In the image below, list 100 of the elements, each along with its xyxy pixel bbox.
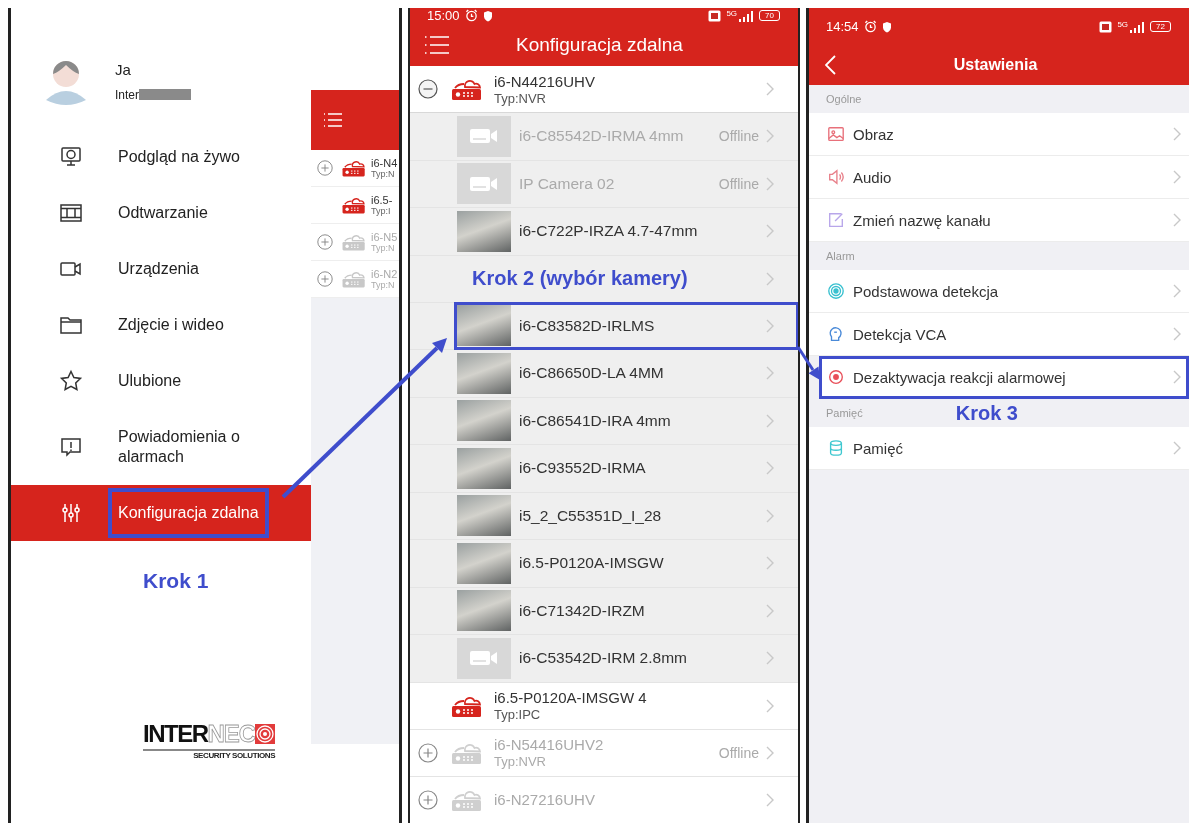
camera-name: i6-C86650D-LA 4MM bbox=[519, 364, 665, 383]
chevron-right-icon bbox=[766, 129, 774, 144]
monitor-icon bbox=[59, 145, 83, 169]
recorder-cloud-icon bbox=[341, 269, 367, 289]
camera-row[interactable]: i6-C83582D-IRLMS bbox=[410, 302, 798, 350]
chevron-right-icon bbox=[766, 271, 774, 286]
logo-tagline: SECURITY SOLUTIONS bbox=[193, 751, 276, 760]
device-type: Typ:N bbox=[371, 169, 396, 179]
camera-name: i6-C85542D-IRMA 4mm bbox=[519, 127, 685, 146]
camera-row[interactable]: i6-C93552D-IRMA bbox=[410, 445, 798, 493]
menu-item[interactable]: Konfiguracja zdalna bbox=[11, 485, 311, 541]
section-header: Ogólne bbox=[826, 93, 862, 105]
network-type: 5G bbox=[1117, 20, 1129, 29]
plus-circle-icon[interactable] bbox=[418, 789, 438, 810]
device-name: i6.5- bbox=[371, 194, 393, 206]
user-name: Ja bbox=[115, 60, 132, 78]
screen-title: Ustawienia bbox=[952, 56, 1039, 74]
settings-item[interactable]: Zmień nazwę kanału bbox=[809, 199, 1189, 242]
chevron-right-icon bbox=[766, 176, 774, 191]
redaction-bar bbox=[139, 89, 191, 100]
video-camera-icon bbox=[470, 174, 498, 193]
alert-message-icon bbox=[59, 435, 83, 459]
camera-row[interactable]: i6-C722P-IRZA 4.7-47mm bbox=[410, 208, 798, 256]
step-label: Krok 2 (wybór kamery) bbox=[472, 267, 689, 290]
plus-circle-icon[interactable] bbox=[418, 742, 438, 763]
step-label: Krok 1 bbox=[142, 568, 210, 593]
device-type: Typ:NVR bbox=[494, 754, 547, 769]
chevron-right-icon bbox=[766, 508, 774, 523]
record-dot-icon bbox=[827, 368, 845, 386]
battery-indicator: 70 bbox=[759, 10, 780, 21]
camera-name: i6-C722P-IRZA 4.7-47mm bbox=[519, 222, 699, 241]
settings-item[interactable]: Pamięć bbox=[809, 427, 1189, 470]
chevron-right-icon bbox=[766, 651, 774, 666]
menu-item[interactable]: Zdjęcie i wideo bbox=[11, 297, 311, 353]
camera-name: IP Camera 02 bbox=[519, 174, 616, 193]
video-camera-icon bbox=[470, 127, 498, 146]
camera-name: i6-C53542D-IRM 2.8mm bbox=[519, 649, 688, 668]
settings-item[interactable]: Audio bbox=[809, 156, 1189, 199]
image-icon bbox=[827, 125, 845, 143]
camera-row[interactable]: i6-C86650D-LA 4MM bbox=[410, 350, 798, 398]
menu-item[interactable]: Podgląd na żywo bbox=[11, 129, 311, 185]
status-text: Offline bbox=[718, 128, 759, 145]
plus-circle-icon[interactable] bbox=[317, 160, 333, 176]
alarm-clock-icon bbox=[464, 9, 478, 22]
signal-icon bbox=[1129, 20, 1146, 33]
camera-row[interactable]: i6-C53542D-IRM 2.8mm bbox=[410, 635, 798, 683]
plus-circle-icon[interactable] bbox=[317, 271, 333, 287]
minus-circle-icon[interactable] bbox=[418, 79, 438, 99]
menu-item[interactable]: Powiadomienia o alarmach bbox=[11, 409, 311, 485]
camera-row[interactable]: i6-C86541D-IRA 4mm bbox=[410, 397, 798, 445]
device-type: Typ:I bbox=[371, 206, 392, 216]
camera-name: i6.5-P0120A-IMSGW bbox=[519, 554, 665, 573]
database-icon bbox=[827, 439, 845, 457]
plus-circle-icon[interactable] bbox=[317, 234, 333, 250]
device-name: i6.5-P0120A-IMSGW 4 bbox=[494, 689, 648, 706]
signal-icon bbox=[738, 9, 755, 22]
menu-item[interactable]: Ulubione bbox=[11, 353, 311, 409]
alarm-clock-icon bbox=[863, 20, 877, 33]
settings-item[interactable]: Obraz bbox=[809, 113, 1189, 156]
camera-row[interactable]: i6.5-P0120A-IMSGW bbox=[410, 540, 798, 588]
settings-item[interactable]: Dezaktywacja reakcji alarmowej bbox=[819, 356, 1189, 399]
menu-item[interactable]: Odtwarzanie bbox=[11, 185, 311, 241]
battery-indicator: 72 bbox=[1150, 21, 1171, 32]
camera-row[interactable]: i5_2_C55351D_I_28 bbox=[410, 492, 798, 540]
camera-name: i6-C71342D-IRZM bbox=[519, 601, 646, 620]
detection-icon bbox=[827, 282, 845, 300]
camera-name: i6-C93552D-IRMA bbox=[519, 459, 647, 478]
settings-item[interactable]: Podstawowa detekcja bbox=[809, 270, 1189, 313]
speaker-icon bbox=[827, 168, 845, 186]
device-row[interactable]: i6-N4 Typ:N bbox=[311, 150, 399, 187]
device-name: i6-N54416UHV2 bbox=[494, 736, 605, 753]
device-name: i6-N2 bbox=[371, 268, 398, 280]
star-icon bbox=[59, 369, 83, 393]
device-type: Typ:N bbox=[371, 243, 396, 253]
device-type: Typ:NVR bbox=[494, 90, 547, 106]
settings-item[interactable]: Detekcja VCA bbox=[809, 313, 1189, 356]
camera-name: i6-C83582D-IRLMS bbox=[519, 316, 656, 335]
shield-icon bbox=[482, 9, 493, 22]
chevron-right-icon bbox=[766, 461, 774, 476]
menu-icon[interactable] bbox=[323, 112, 343, 128]
back-icon[interactable] bbox=[825, 55, 836, 75]
device-name: i6-N5 bbox=[371, 231, 398, 243]
menu-item[interactable]: Urządzenia bbox=[11, 241, 311, 297]
camera-row[interactable]: i6-C71342D-IRZM bbox=[410, 587, 798, 635]
device-row[interactable]: i6.5- Typ:I bbox=[311, 187, 399, 224]
arrow bbox=[796, 346, 820, 380]
chevron-right-icon bbox=[1173, 441, 1181, 455]
device-type: Typ:N bbox=[371, 280, 396, 290]
chevron-right-icon bbox=[766, 745, 774, 760]
chevron-right-icon bbox=[766, 698, 774, 713]
chevron-right-icon bbox=[1173, 327, 1181, 341]
clock-time: 15:00 bbox=[427, 8, 460, 23]
camera-name: i6-C86541D-IRA 4mm bbox=[519, 411, 672, 430]
device-name: i6-N44216UHV bbox=[494, 72, 596, 90]
edit-icon bbox=[827, 211, 845, 229]
chevron-right-icon bbox=[766, 82, 774, 96]
head-icon bbox=[827, 325, 845, 343]
menu-icon[interactable] bbox=[424, 34, 450, 55]
sliders-icon bbox=[59, 501, 83, 525]
shield-icon bbox=[881, 20, 892, 33]
